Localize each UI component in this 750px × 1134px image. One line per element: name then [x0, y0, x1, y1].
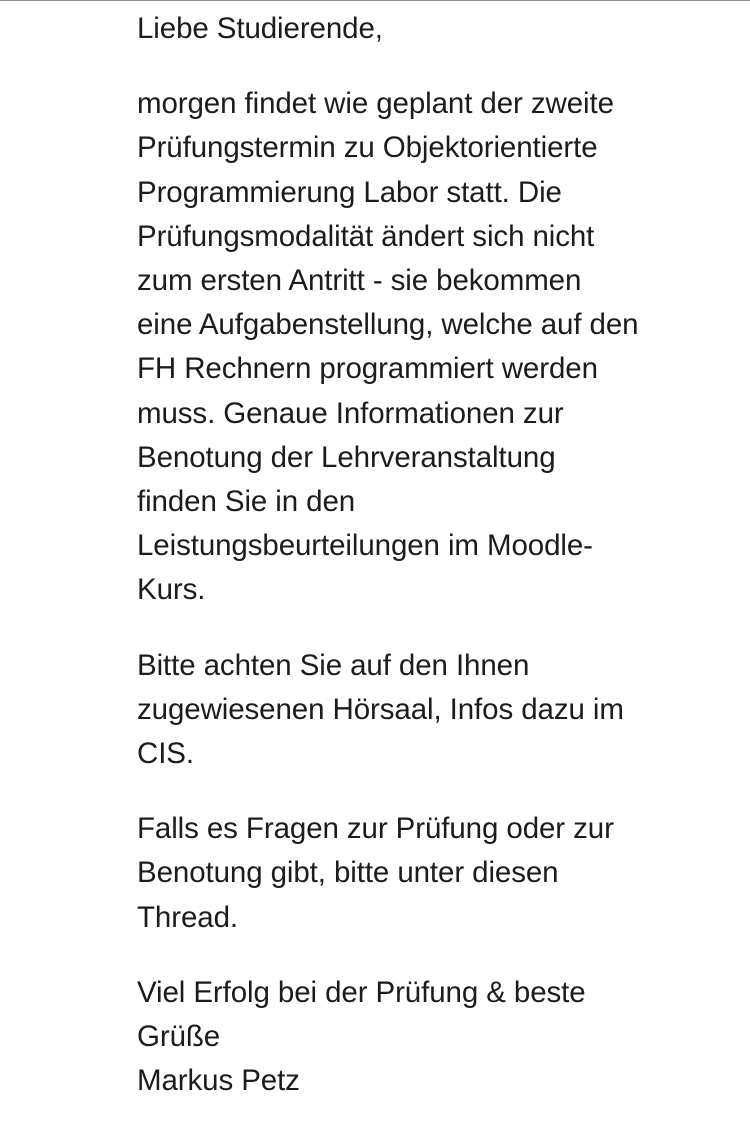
- paragraph-line: morgen findet wie geplant der zweite: [137, 87, 614, 121]
- paragraph-line: Prüfungstermin zu Objektorientierte: [137, 131, 598, 165]
- paragraph-line: Prüfungsmodalität ändert sich nicht: [137, 219, 595, 253]
- paragraph-line: Benotung der Lehrveranstaltung: [137, 440, 556, 474]
- paragraph-line: FH Rechnern programmiert werden: [137, 352, 598, 386]
- paragraph-exam-info: morgen findet wie geplant der zweite Prü…: [137, 82, 727, 612]
- paragraph-line: eine Aufgabenstellung, welche auf den: [137, 308, 639, 342]
- closing: Viel Erfolg bei der Prüfung & beste Grüß…: [137, 971, 727, 1104]
- paragraph-questions: Falls es Fragen zur Prüfung oder zur Ben…: [137, 807, 727, 940]
- paragraph-line: Programmierung Labor statt. Die: [137, 175, 562, 209]
- closing-line: Viel Erfolg bei der Prüfung & beste: [137, 975, 586, 1009]
- paragraph-line: Leistungsbeurteilungen im Moodle-: [137, 529, 593, 563]
- paragraph-line: CIS.: [137, 737, 194, 771]
- signature: Markus Petz: [137, 1064, 300, 1098]
- top-divider: [0, 0, 750, 1]
- paragraph-lecture-hall: Bitte achten Sie auf den Ihnen zugewiese…: [137, 644, 727, 777]
- paragraph-line: Falls es Fragen zur Prüfung oder zur: [137, 812, 614, 846]
- paragraph-line: Kurs.: [137, 573, 206, 607]
- paragraph-line: muss. Genaue Informationen zur: [137, 396, 564, 430]
- message-body: Liebe Studierende, morgen findet wie gep…: [137, 7, 727, 1134]
- paragraph-line: zugewiesenen Hörsaal, Infos dazu im: [137, 692, 624, 726]
- greeting-text: Liebe Studierende,: [137, 12, 383, 45]
- paragraph-line: zum ersten Antritt - sie bekommen: [137, 264, 582, 298]
- paragraph-line: Bitte achten Sie auf den Ihnen: [137, 648, 530, 682]
- greeting: Liebe Studierende,: [137, 7, 727, 51]
- closing-line: Grüße: [137, 1020, 221, 1054]
- paragraph-line: Thread.: [137, 900, 238, 934]
- paragraph-line: Benotung gibt, bitte unter diesen: [137, 856, 559, 890]
- paragraph-line: finden Sie in den: [137, 485, 356, 519]
